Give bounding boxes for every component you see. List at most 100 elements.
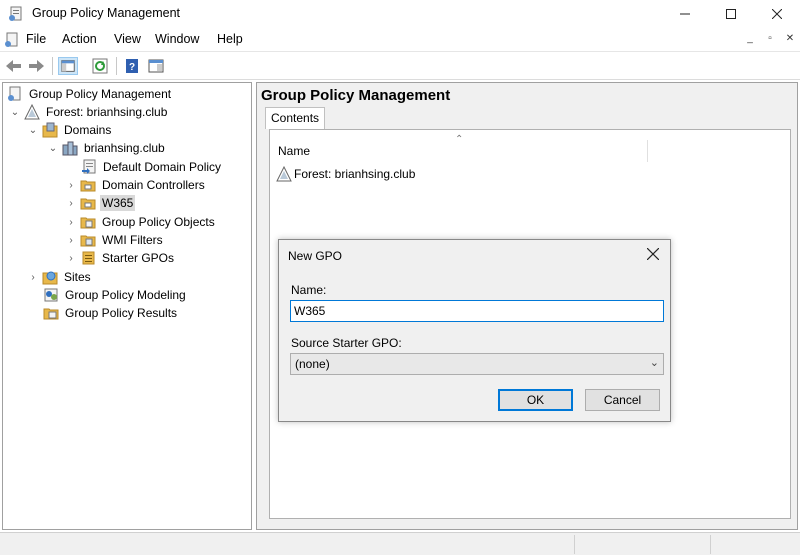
chevron-down-icon: ⌄ bbox=[649, 357, 659, 369]
show-hide-tree-icon[interactable] bbox=[58, 57, 78, 75]
mdi-restore-button[interactable]: ▫ bbox=[762, 32, 778, 48]
ok-button[interactable]: OK bbox=[498, 389, 573, 411]
chevron-right-icon[interactable]: › bbox=[27, 271, 39, 283]
sort-ascending-icon: ⌃ bbox=[455, 134, 464, 145]
chevron-down-icon[interactable]: ⌄ bbox=[27, 124, 39, 136]
ou-icon bbox=[80, 195, 96, 211]
tree-node-label: Forest: brianhsing.club bbox=[46, 105, 168, 119]
wmi-folder-icon bbox=[80, 232, 96, 248]
gpmc-app-icon bbox=[9, 6, 22, 21]
tree-node-label: Domains bbox=[64, 123, 112, 137]
tree-node-label: Group Policy Objects bbox=[102, 215, 215, 229]
results-icon bbox=[43, 305, 59, 321]
new-gpo-dialog: New GPO Name: Source Starter GPO: (none)… bbox=[278, 239, 671, 422]
sites-icon bbox=[42, 269, 58, 285]
tree-node-starter-gpos[interactable]: › Starter GPOs bbox=[65, 249, 176, 267]
chevron-right-icon[interactable]: › bbox=[65, 252, 77, 264]
menu-view[interactable]: View bbox=[114, 32, 141, 46]
modeling-icon bbox=[43, 287, 59, 303]
console-tree: Group Policy Management ⌄ Forest: brianh… bbox=[2, 82, 252, 530]
refresh-icon[interactable] bbox=[90, 57, 110, 75]
tree-node-sites[interactable]: › Sites bbox=[27, 268, 93, 286]
mdi-minimize-button[interactable]: _ bbox=[742, 32, 758, 48]
minimize-icon bbox=[680, 13, 690, 15]
tab-contents[interactable]: Contents bbox=[265, 107, 326, 129]
close-icon bbox=[646, 247, 660, 261]
tree-node-label: Domain Controllers bbox=[102, 178, 205, 192]
ou-icon bbox=[80, 177, 96, 193]
help-icon[interactable]: ? bbox=[122, 57, 142, 75]
gpo-name-input[interactable] bbox=[290, 300, 664, 322]
source-starter-gpo-select[interactable]: (none) ⌄ bbox=[290, 353, 664, 375]
column-header-name[interactable]: ⌃ Name bbox=[270, 134, 648, 162]
forward-icon[interactable] bbox=[26, 57, 46, 75]
forest-icon bbox=[24, 103, 40, 120]
tree-node-label: WMI Filters bbox=[102, 233, 163, 247]
tree-node-forest[interactable]: ⌄ Forest: brianhsing.club bbox=[9, 103, 169, 121]
domain-icon bbox=[62, 140, 78, 156]
list-item-label: Forest: brianhsing.club bbox=[294, 167, 416, 181]
chevron-right-icon[interactable]: › bbox=[65, 216, 77, 228]
toolbar: ? bbox=[0, 53, 800, 80]
tree-node-label: Group Policy Results bbox=[65, 306, 178, 320]
properties-icon[interactable] bbox=[146, 57, 166, 75]
status-bar bbox=[0, 532, 800, 555]
column-header-label: Name bbox=[278, 144, 311, 158]
menu-bar: File Action View Window Help _ ▫ ✕ bbox=[0, 28, 800, 52]
tree-node-domain-controllers[interactable]: › Domain Controllers bbox=[65, 176, 207, 194]
maximize-button[interactable] bbox=[708, 0, 754, 28]
menu-file[interactable]: File bbox=[26, 32, 46, 46]
gpmc-window: Group Policy Management File Action View… bbox=[0, 0, 800, 555]
tree-node-group-policy-modeling[interactable]: Group Policy Modeling bbox=[43, 286, 188, 304]
cancel-button[interactable]: Cancel bbox=[585, 389, 660, 411]
pane-title: Group Policy Management bbox=[261, 87, 451, 104]
tree-node-label: Starter GPOs bbox=[102, 251, 175, 265]
chevron-down-icon[interactable]: ⌄ bbox=[9, 106, 21, 118]
tree-node-group-policy-results[interactable]: Group Policy Results bbox=[43, 304, 179, 322]
forest-icon bbox=[276, 165, 292, 182]
gpo-link-icon bbox=[81, 159, 97, 175]
chevron-down-icon[interactable]: ⌄ bbox=[47, 142, 59, 154]
menu-action[interactable]: Action bbox=[62, 32, 97, 46]
toolbar-separator bbox=[52, 57, 53, 75]
tree-node-gpmc-root[interactable]: Group Policy Management bbox=[7, 85, 173, 103]
mdi-close-button[interactable]: ✕ bbox=[782, 32, 798, 48]
svg-text:?: ? bbox=[129, 62, 135, 73]
toolbar-separator bbox=[116, 57, 117, 75]
list-item[interactable]: Forest: brianhsing.club bbox=[276, 165, 416, 182]
name-label: Name: bbox=[291, 283, 327, 297]
select-value: (none) bbox=[295, 357, 330, 371]
tree-node-label: Group Policy Modeling bbox=[65, 288, 186, 302]
chevron-right-icon[interactable]: › bbox=[65, 179, 77, 191]
minimize-button[interactable] bbox=[662, 0, 708, 28]
console-menu-icon[interactable] bbox=[4, 32, 20, 48]
tree-node-label: Sites bbox=[64, 270, 91, 284]
tree-node-wmi-filters[interactable]: › WMI Filters bbox=[65, 231, 165, 249]
tree-node-label: W365 bbox=[100, 195, 136, 211]
gpo-folder-icon bbox=[80, 214, 96, 230]
status-cell bbox=[574, 535, 710, 554]
menu-window[interactable]: Window bbox=[155, 32, 199, 46]
chevron-right-icon[interactable]: › bbox=[65, 197, 77, 209]
tree-node-domain[interactable]: ⌄ brianhsing.club bbox=[47, 139, 167, 157]
tree-node-domains[interactable]: ⌄ Domains bbox=[27, 121, 113, 139]
source-starter-gpo-label: Source Starter GPO: bbox=[291, 336, 402, 350]
dialog-title: New GPO bbox=[288, 249, 343, 263]
chevron-right-icon[interactable]: › bbox=[65, 234, 77, 246]
gpmc-icon bbox=[7, 86, 23, 102]
tree-node-group-policy-objects[interactable]: › Group Policy Objects bbox=[65, 213, 217, 231]
maximize-icon bbox=[726, 9, 736, 19]
tree-node-label: Default Domain Policy bbox=[103, 160, 222, 174]
title-bar: Group Policy Management bbox=[0, 0, 800, 28]
status-cell bbox=[710, 535, 800, 554]
menu-help[interactable]: Help bbox=[217, 32, 243, 46]
dialog-close-button[interactable] bbox=[644, 245, 662, 263]
tree-node-w365[interactable]: › W365 bbox=[65, 194, 136, 212]
tree-node-label: brianhsing.club bbox=[84, 141, 165, 155]
starter-folder-icon bbox=[80, 250, 96, 266]
back-icon[interactable] bbox=[4, 57, 24, 75]
tree-node-default-domain-policy[interactable]: Default Domain Policy bbox=[81, 158, 223, 176]
domains-icon bbox=[42, 122, 58, 138]
close-button[interactable] bbox=[754, 0, 800, 28]
close-icon bbox=[772, 9, 782, 19]
